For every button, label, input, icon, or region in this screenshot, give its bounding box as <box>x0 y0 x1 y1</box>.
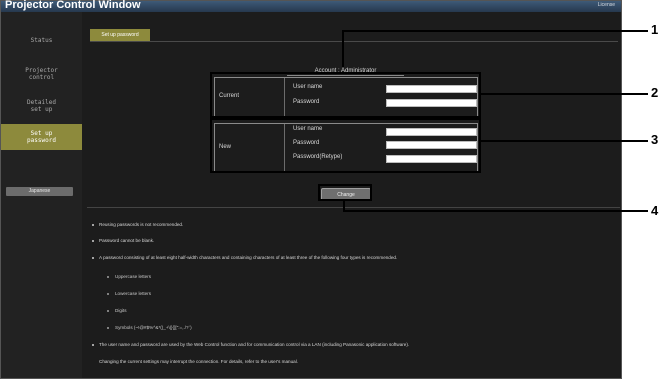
note-blank: Password cannot be blank. <box>92 238 154 243</box>
type-lowercase: Lowercase letters <box>107 291 151 296</box>
callout-2-frame <box>210 72 481 118</box>
callout-4-number: 4 <box>651 203 659 218</box>
bullet-icon <box>92 343 94 346</box>
note-usage: The user name and password are used by t… <box>92 342 409 347</box>
bullet-icon <box>107 309 109 312</box>
sidebar: Status Projector control Detailed set up… <box>1 12 82 378</box>
type-uppercase-text: Uppercase letters <box>115 274 152 279</box>
note-blank-text: Password cannot be blank. <box>99 238 155 243</box>
sidebar-item-projector-control[interactable]: Projector control <box>1 65 82 83</box>
bullet-icon <box>107 292 109 295</box>
projector-control-window: Projector Control Window License Status … <box>0 0 622 379</box>
note-recommendation: A password consisting of at least eight … <box>92 255 397 260</box>
app-title: Projector Control Window <box>5 0 141 11</box>
content-divider <box>87 207 620 208</box>
type-symbols: Symbols (~!@#$%^&*()_+\|}{][":=,./?`) <box>107 325 192 330</box>
note-usage-text: The user name and password are used by t… <box>99 342 410 347</box>
sidebar-item-status[interactable]: Status <box>1 34 82 48</box>
type-lowercase-text: Lowercase letters <box>115 291 152 296</box>
type-uppercase: Uppercase letters <box>107 274 151 279</box>
bullet-icon <box>92 239 94 242</box>
title-bar: Projector Control Window License <box>1 0 621 12</box>
japanese-language-button[interactable]: Japanese <box>6 187 73 196</box>
callout-3-line <box>481 140 648 142</box>
callout-4-horizontal-line <box>343 210 648 212</box>
callout-4-frame <box>318 184 372 201</box>
bullet-icon <box>92 256 94 259</box>
callout-2-line <box>481 93 648 95</box>
callout-2-number: 2 <box>651 85 659 100</box>
type-digits: Digits <box>107 308 127 313</box>
note-reuse: Reusing passwords is not recommended. <box>92 222 183 227</box>
tab-set-up-password[interactable]: Set up password <box>90 29 150 41</box>
tab-underline <box>90 41 618 42</box>
callout-3-number: 3 <box>651 132 659 147</box>
license-link[interactable]: License <box>598 2 615 8</box>
sidebar-item-detailed-set-up[interactable]: Detailed set up <box>1 97 82 115</box>
bullet-icon <box>107 326 109 329</box>
callout-1-vertical-line <box>342 30 344 67</box>
type-symbols-text: Symbols (~!@#$%^&*()_+\|}{][":=,./?`) <box>115 325 192 330</box>
type-digits-text: Digits <box>115 308 127 313</box>
bullet-icon <box>92 223 94 226</box>
callout-1-horizontal-line <box>342 30 648 32</box>
note-interrupt: Changing the current settings may interr… <box>99 359 298 364</box>
callout-3-frame <box>210 118 481 173</box>
note-reuse-text: Reusing passwords is not recommended. <box>99 222 184 227</box>
sidebar-item-set-up-password[interactable]: Set up password <box>1 124 82 150</box>
note-recommendation-text: A password consisting of at least eight … <box>99 255 398 260</box>
callout-1-number: 1 <box>651 22 659 37</box>
bullet-icon <box>107 275 109 278</box>
note-interrupt-text: Changing the current settings may interr… <box>99 359 299 364</box>
